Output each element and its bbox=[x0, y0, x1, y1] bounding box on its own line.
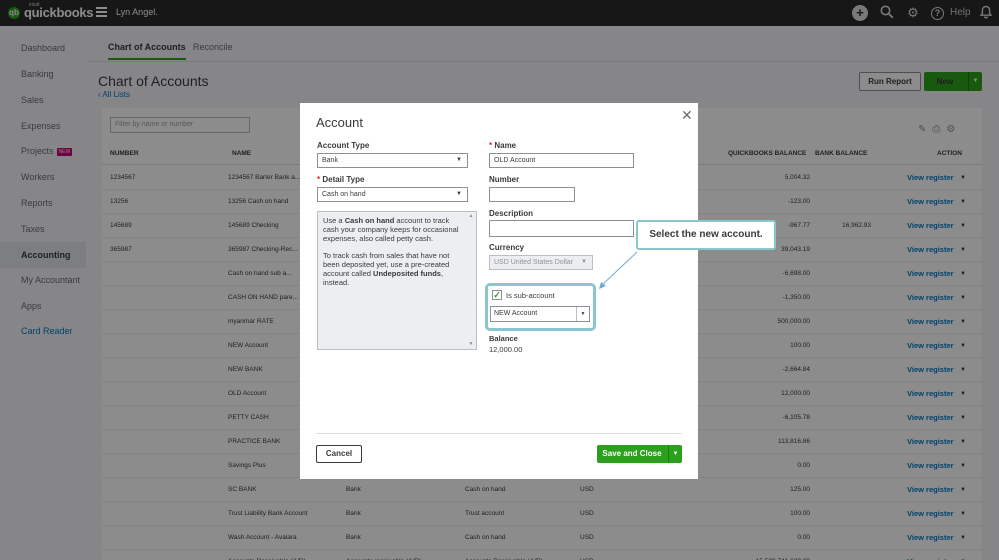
name-label-text: Name bbox=[494, 141, 517, 150]
dialog-divider bbox=[316, 433, 682, 434]
save-and-close-label: Save and Close bbox=[602, 449, 662, 458]
detail-type-label: * Detail Type bbox=[317, 175, 365, 184]
name-input[interactable]: OLD Account bbox=[489, 153, 634, 168]
account-type-value: Bank bbox=[322, 157, 338, 164]
balance-value: 12,000.00 bbox=[489, 345, 523, 354]
detail-type-description: Use a Cash on hand account to track cash… bbox=[317, 211, 477, 350]
close-icon[interactable]: ✕ bbox=[681, 107, 693, 124]
desc-text: Use a bbox=[323, 216, 345, 225]
chevron-down-icon[interactable]: ▼ bbox=[668, 445, 682, 463]
balance-label: Balance bbox=[489, 334, 518, 343]
cancel-button[interactable]: Cancel bbox=[316, 445, 362, 463]
parent-account-value: NEW Account bbox=[494, 310, 538, 317]
callout-tooltip: Select the new account. bbox=[636, 220, 776, 250]
sub-account-label: Is sub-account bbox=[506, 291, 555, 300]
sub-account-checkbox[interactable]: ✓ bbox=[492, 290, 502, 300]
account-dialog: Account ✕ Account Type Bank ▼ * Detail T… bbox=[300, 103, 698, 479]
desc-bold: Cash on hand bbox=[344, 216, 395, 225]
detail-type-label-text: Detail Type bbox=[322, 175, 365, 184]
dialog-title: Account bbox=[316, 115, 363, 130]
number-label: Number bbox=[489, 175, 520, 184]
detail-type-value: Cash on hand bbox=[322, 191, 366, 198]
account-type-select[interactable]: Bank ▼ bbox=[317, 153, 468, 168]
chevron-down-icon: ▼ bbox=[456, 157, 462, 163]
chevron-down-icon: ▼ bbox=[456, 191, 462, 197]
currency-value: USD United States Dollar bbox=[494, 259, 573, 266]
name-label: * Name bbox=[489, 141, 517, 150]
currency-label: Currency bbox=[489, 243, 525, 252]
sub-account-highlight: ✓ Is sub-account NEW Account ▼ bbox=[485, 283, 596, 331]
currency-select: USD United States Dollar ▼ bbox=[489, 255, 593, 270]
chevron-down-icon: ▼ bbox=[581, 259, 587, 265]
scroll-up-icon[interactable]: ▲ bbox=[467, 212, 475, 221]
desc-bold: Undeposited funds bbox=[373, 269, 441, 278]
description-label: Description bbox=[489, 209, 534, 218]
account-type-label: Account Type bbox=[317, 141, 370, 150]
description-input[interactable] bbox=[489, 220, 634, 237]
number-input[interactable] bbox=[489, 187, 575, 202]
scroll-down-icon[interactable]: ▼ bbox=[467, 340, 475, 349]
chevron-down-icon[interactable]: ▼ bbox=[576, 307, 589, 321]
parent-account-select[interactable]: NEW Account ▼ bbox=[490, 306, 590, 322]
scrollbar[interactable]: ▲ ▼ bbox=[467, 212, 475, 349]
save-and-close-button[interactable]: Save and Close ▼ bbox=[597, 445, 682, 463]
detail-type-select[interactable]: Cash on hand ▼ bbox=[317, 187, 468, 202]
